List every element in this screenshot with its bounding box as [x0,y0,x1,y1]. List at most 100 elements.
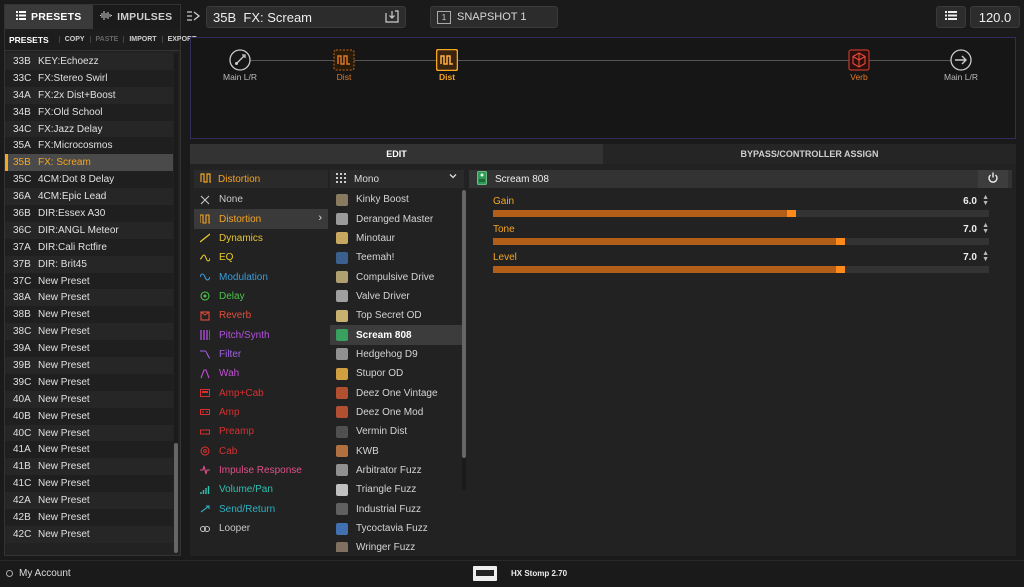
model-item[interactable]: Scream 808 [330,325,462,345]
model-item[interactable]: KWB [330,441,462,460]
preset-row[interactable]: 38B New Preset [5,306,173,324]
block-verb[interactable]: Verb [829,49,889,82]
slider-handle[interactable] [836,238,846,245]
tempo-field[interactable]: 120.0 [970,6,1020,28]
category-header[interactable]: Distortion [194,170,328,188]
category-item[interactable]: Wah [194,364,328,383]
preset-row[interactable]: 39A New Preset [5,340,173,358]
category-item[interactable]: Distortion › [194,209,328,229]
category-item[interactable]: Looper [194,519,328,538]
model-item[interactable]: Deranged Master [330,209,462,228]
model-item[interactable]: Teemah! [330,248,462,267]
preset-list-scrollbar[interactable] [174,53,178,553]
preset-row[interactable]: 33B KEY:Echoezz [5,53,173,70]
category-item[interactable]: Pitch/Synth [194,325,328,344]
tab-edit[interactable]: EDIT [190,144,603,164]
slider-handle[interactable] [836,266,846,273]
preset-row[interactable]: 40C New Preset [5,424,173,442]
category-item[interactable]: Amp+Cab [194,383,328,402]
preset-row[interactable]: 36B DIR:Essex A30 [5,205,173,222]
preset-row[interactable]: 40A New Preset [5,390,173,408]
preset-row[interactable]: 38A New Preset [5,289,173,307]
preset-row[interactable]: 39C New Preset [5,373,173,391]
model-item[interactable]: Kinky Boost [330,190,462,209]
copy-button[interactable]: COPY [58,36,90,43]
category-item[interactable]: Filter [194,345,328,364]
category-item[interactable]: Modulation [194,267,328,286]
preset-row[interactable]: 42B New Preset [5,509,173,526]
preset-row[interactable]: 37B DIR: Brit45 [5,255,173,273]
block-dist-1[interactable]: Dist [314,49,374,82]
preset-row[interactable]: 41A New Preset [5,441,173,459]
model-item[interactable]: Deez One Vintage [330,383,462,402]
stepper-icon[interactable]: ▲ ▼ [982,222,989,235]
block-input[interactable]: Main L/R [210,49,270,82]
model-item[interactable]: Deez One Mod [330,403,462,422]
block-output[interactable]: Main L/R [931,49,991,82]
preset-row[interactable]: 36C DIR:ANGL Meteor [5,221,173,239]
param-value[interactable]: 7.0 [963,252,977,263]
model-list-scrollbar[interactable] [462,190,466,490]
import-button[interactable]: IMPORT [123,36,161,43]
param-slider[interactable] [493,238,989,245]
model-item[interactable]: Industrial Fuzz [330,500,462,519]
preset-row[interactable]: 42A New Preset [5,492,173,510]
preset-row[interactable]: 37A DIR:Cali Rctfire [5,238,173,256]
save-icon[interactable] [385,10,399,23]
preset-row[interactable]: 41B New Preset [5,458,173,476]
preset-row[interactable]: 36A 4CM:Epic Lead [5,188,173,206]
stepper-icon[interactable]: ▲ ▼ [982,194,989,207]
preset-row[interactable]: 34B FX:Old School [5,103,173,121]
preset-row[interactable]: 35B FX: Scream [5,154,173,172]
preset-row[interactable]: 39B New Preset [5,357,173,374]
scrollbar-thumb[interactable] [174,443,178,553]
model-item[interactable]: Tycoctavia Fuzz [330,519,462,538]
category-item[interactable]: Volume/Pan [194,480,328,499]
model-item[interactable]: Hedgehog D9 [330,345,462,364]
preset-row[interactable]: 35A FX:Microcosmos [5,137,173,155]
menu-list-button[interactable] [936,6,966,28]
model-item[interactable]: Vermin Dist [330,422,462,441]
model-item[interactable]: Triangle Fuzz [330,480,462,499]
category-item[interactable]: Cab [194,441,328,460]
snapshot-selector[interactable]: 1 SNAPSHOT 1 [430,6,558,28]
category-item[interactable]: Impulse Response [194,461,328,480]
category-item[interactable]: None [194,190,328,209]
preset-row[interactable]: 42C New Preset [5,525,173,543]
preset-row[interactable]: 34A FX:2x Dist+Boost [5,86,173,104]
tab-bypass-controller-assign[interactable]: BYPASS/CONTROLLER ASSIGN [603,144,1016,164]
preset-row[interactable]: 41C New Preset [5,475,173,493]
param-value[interactable]: 7.0 [963,224,977,235]
preset-nav-icon[interactable] [186,9,204,25]
preset-row[interactable]: 34C FX:Jazz Delay [5,120,173,138]
block-dist-2[interactable]: Dist [417,48,477,82]
paste-button[interactable]: PASTE [89,36,124,43]
preset-row[interactable]: 35C 4CM:Dot 8 Delay [5,171,173,189]
category-item[interactable]: Send/Return [194,500,328,519]
model-item[interactable]: Stupor OD [330,364,462,383]
chevron-down-icon[interactable] [448,171,458,184]
category-item[interactable]: Amp [194,403,328,422]
param-slider[interactable] [493,266,989,273]
stepper-icon[interactable]: ▲ ▼ [982,250,989,263]
category-item[interactable]: Preamp [194,422,328,441]
model-item[interactable]: Compulsive Drive [330,267,462,286]
model-item[interactable]: Minotaur [330,229,462,248]
model-item[interactable]: Top Secret OD [330,306,462,325]
scrollbar-thumb[interactable] [462,190,466,458]
category-item[interactable]: Delay [194,287,328,306]
model-header[interactable]: Mono [330,170,464,188]
param-value[interactable]: 6.0 [963,196,977,207]
model-item[interactable]: Arbitrator Fuzz [330,461,462,480]
preset-name-field[interactable]: 35B FX: Scream [206,6,406,28]
preset-row[interactable]: 38C New Preset [5,323,173,341]
my-account-link[interactable]: My Account [6,568,71,579]
category-item[interactable]: Dynamics [194,229,328,248]
preset-row[interactable]: 37C New Preset [5,272,173,290]
preset-row[interactable]: 33C FX:Stereo Swirl [5,69,173,87]
bypass-power-button[interactable] [978,170,1008,188]
slider-handle[interactable] [786,210,796,217]
category-item[interactable]: Reverb [194,306,328,325]
category-item[interactable]: EQ [194,248,328,267]
model-item[interactable]: Valve Driver [330,287,462,306]
